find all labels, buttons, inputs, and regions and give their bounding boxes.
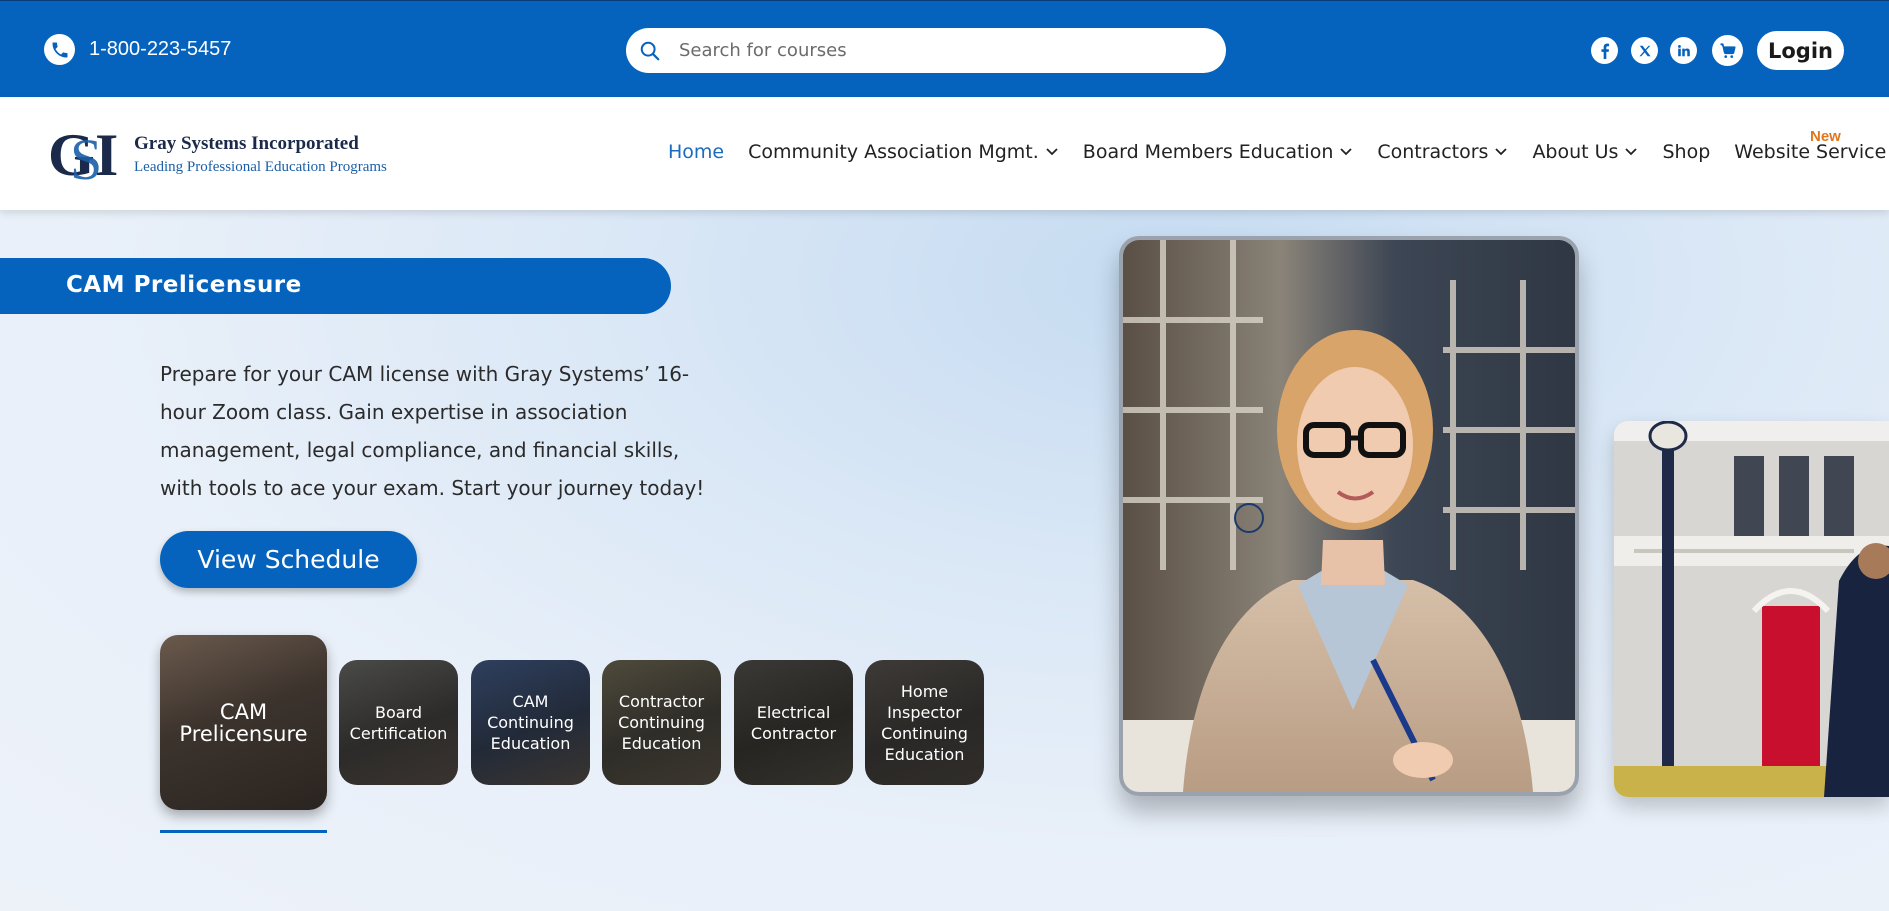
- facebook-icon[interactable]: [1591, 37, 1618, 64]
- hero-title: CAM Prelicensure: [66, 272, 302, 298]
- hero-photo-main[interactable]: [1119, 236, 1579, 796]
- search-input[interactable]: [679, 40, 1179, 61]
- course-tile-contractor-continuing-education[interactable]: Contractor Continuing Education: [602, 660, 721, 785]
- phone-contact[interactable]: 1-800-223-5457: [44, 34, 231, 65]
- x-icon[interactable]: [1631, 37, 1658, 64]
- gsi-logo-mark: G S I: [48, 122, 118, 189]
- search-bar[interactable]: [626, 28, 1226, 73]
- course-tile-board-certification[interactable]: Board Certification: [339, 660, 458, 785]
- chevron-down-icon: [1625, 148, 1638, 156]
- phone-number[interactable]: 1-800-223-5457: [89, 38, 231, 61]
- nav-item-label[interactable]: Community Association Mgmt.: [748, 141, 1039, 163]
- chevron-down-icon: [1495, 148, 1508, 156]
- login-button[interactable]: Login: [1757, 31, 1844, 70]
- nav-item-about-us[interactable]: About Us: [1532, 141, 1638, 163]
- nav-item-label[interactable]: About Us: [1532, 141, 1618, 163]
- logo-tagline: Leading Professional Education Programs: [134, 159, 387, 175]
- active-tile-indicator: [160, 830, 327, 833]
- new-badge: New: [1810, 128, 1841, 145]
- course-tile-home-inspector-continuing-education[interactable]: Home Inspector Continuing Education: [865, 660, 984, 785]
- nav-item-label[interactable]: Board Members Education: [1083, 141, 1334, 163]
- course-tile-cam-continuing-education[interactable]: CAM Continuing Education: [471, 660, 590, 785]
- nav-item-label[interactable]: Shop: [1662, 141, 1710, 163]
- tile-label: CAM Continuing Education: [487, 692, 574, 753]
- house-exterior-image: [1614, 421, 1889, 797]
- chevron-down-icon: [1340, 148, 1352, 156]
- course-tile-cam-prelicensure[interactable]: CAM Prelicensure: [160, 635, 327, 810]
- linkedin-icon[interactable]: [1670, 37, 1697, 64]
- nav-item-contractors[interactable]: Contractors: [1377, 141, 1508, 163]
- nav-item-label[interactable]: Contractors: [1377, 141, 1488, 163]
- hero-title-banner: CAM Prelicensure: [0, 258, 671, 314]
- hero-description: Prepare for your CAM license with Gray S…: [160, 362, 705, 500]
- nav-item-community-association-mgmt[interactable]: Community Association Mgmt.: [748, 141, 1059, 163]
- tile-label: Electrical Contractor: [750, 702, 837, 743]
- chevron-down-icon: [1046, 148, 1058, 156]
- woman-studying-image: [1123, 240, 1575, 792]
- tile-label: CAM Prelicensure: [179, 699, 308, 746]
- svg-text:I: I: [95, 122, 118, 188]
- nav-item-home[interactable]: Home: [668, 141, 724, 163]
- logo-company-name: Gray Systems Incorporated: [134, 133, 359, 154]
- nav-item-label[interactable]: Home: [668, 141, 724, 163]
- tile-label: Home Inspector Continuing Education: [881, 681, 968, 764]
- hero-section: CAM Prelicensure Prepare for your CAM li…: [0, 210, 1889, 911]
- tile-label: Contractor Continuing Education: [618, 692, 705, 753]
- search-icon[interactable]: [637, 38, 663, 64]
- top-bar: 1-800-223-5457 Login: [0, 0, 1889, 97]
- course-tile-electrical-contractor[interactable]: Electrical Contractor: [734, 660, 853, 785]
- main-header: G S I Gray Systems Incorporated Leading …: [0, 97, 1889, 210]
- cart-icon[interactable]: [1712, 35, 1743, 66]
- main-nav: Home Community Association Mgmt. Board M…: [668, 141, 1889, 163]
- tile-label: Board Certification: [349, 702, 448, 743]
- hero-photo-secondary[interactable]: [1614, 421, 1889, 797]
- nav-item-board-members-education[interactable]: Board Members Education: [1083, 141, 1354, 163]
- nav-item-shop[interactable]: Shop: [1662, 141, 1710, 163]
- view-schedule-button[interactable]: View Schedule: [160, 531, 417, 588]
- phone-icon: [44, 34, 75, 65]
- logo[interactable]: G S I Gray Systems Incorporated Leading …: [48, 119, 408, 189]
